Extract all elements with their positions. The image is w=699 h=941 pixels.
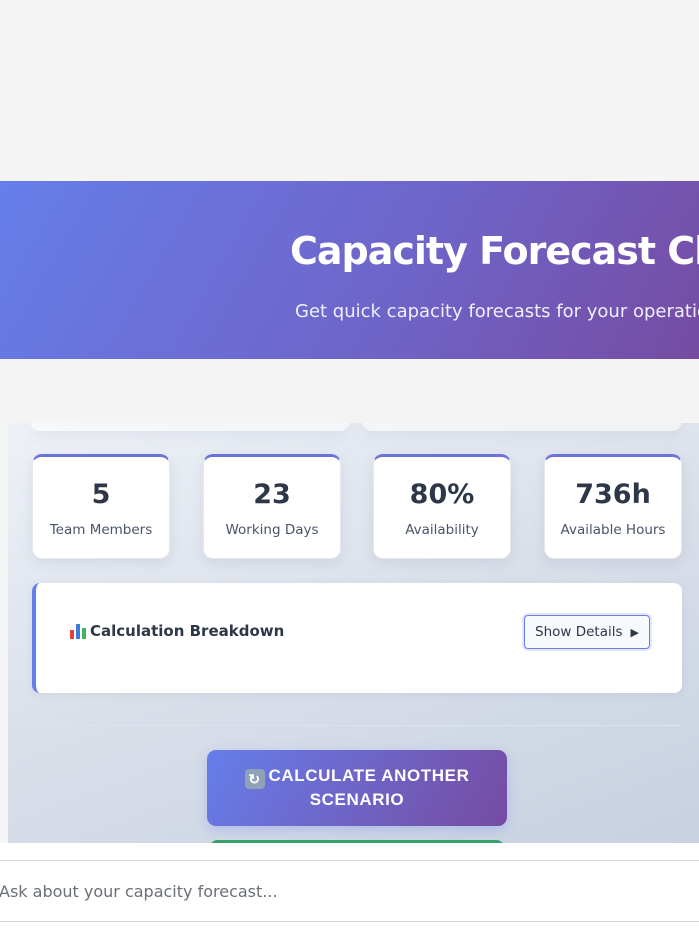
play-triangle-icon: ▶ bbox=[630, 625, 639, 639]
breakdown-title: Calculation Breakdown bbox=[90, 622, 285, 640]
calculate-label: CALCULATE ANOTHER SCENARIO bbox=[268, 766, 470, 809]
calculation-breakdown-panel: Calculation Breakdown Show Details ▶ bbox=[32, 583, 682, 693]
calculate-another-scenario-button[interactable]: ↻ CALCULATE ANOTHER SCENARIO bbox=[207, 750, 507, 826]
show-details-button[interactable]: Show Details ▶ bbox=[524, 615, 650, 649]
stat-card-availability: 80% Availability bbox=[373, 454, 511, 559]
hero-header: Capacity Forecast Chatbot Get quick capa… bbox=[0, 181, 699, 359]
section-divider bbox=[32, 725, 682, 726]
stat-value: 80% bbox=[409, 479, 475, 510]
bar-chart-icon bbox=[70, 623, 88, 639]
show-details-label: Show Details bbox=[535, 624, 623, 640]
previous-message-card bbox=[362, 423, 682, 431]
chat-input-bar bbox=[0, 843, 699, 941]
stat-label: Working Days bbox=[225, 522, 319, 538]
stat-value: 23 bbox=[253, 479, 291, 510]
stat-label: Availability bbox=[405, 522, 479, 538]
chat-input[interactable] bbox=[0, 860, 699, 922]
app-page: Capacity Forecast Chatbot Get quick capa… bbox=[0, 0, 699, 941]
stat-value: 5 bbox=[91, 479, 111, 510]
stat-label: Team Members bbox=[49, 522, 153, 538]
stat-card-team-members: 5 Team Members bbox=[32, 454, 170, 559]
page-title: Capacity Forecast Chatbot bbox=[290, 229, 699, 273]
breakdown-header: Calculation Breakdown bbox=[70, 622, 284, 640]
stat-label: Available Hours bbox=[560, 522, 666, 538]
chat-messages-area[interactable]: 5 Team Members 23 Working Days 80% Avail… bbox=[0, 423, 699, 843]
stat-card-working-days: 23 Working Days bbox=[203, 454, 341, 559]
page-subtitle: Get quick capacity forecasts for your op… bbox=[295, 301, 699, 322]
previous-message-card bbox=[30, 423, 350, 431]
stat-card-available-hours: 736h Available Hours bbox=[544, 454, 682, 559]
refresh-icon: ↻ bbox=[244, 769, 265, 789]
stat-value: 736h bbox=[575, 479, 651, 510]
